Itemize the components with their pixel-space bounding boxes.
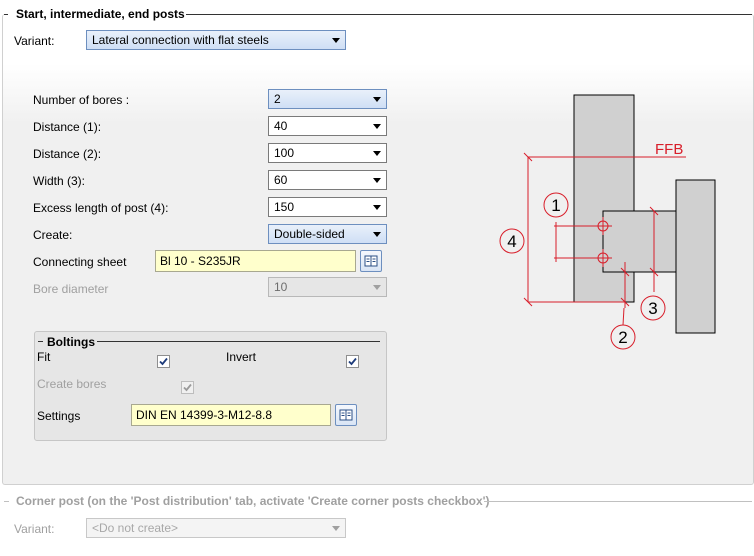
callout-label-4: 4: [507, 232, 516, 251]
corner-variant-dropdown: <Do not create>: [86, 518, 346, 538]
corner-separator-right: [484, 501, 752, 502]
callout-label-3: 3: [648, 299, 657, 318]
corner-variant-label: Variant:: [14, 522, 55, 536]
ffb-label: FFB: [655, 141, 683, 158]
flat-steel-plate: [602, 210, 677, 273]
corner-variant-value: <Do not create>: [92, 521, 179, 535]
callout-label-1: 1: [551, 196, 560, 215]
railing-post-shape: [675, 179, 716, 334]
chevron-down-icon: [332, 526, 340, 531]
callout-label-2: 2: [618, 328, 627, 347]
connection-diagram: 1 2 3 4 FFB: [499, 94, 716, 350]
section-title-corner-post: Corner post (on the 'Post distribution' …: [16, 494, 490, 508]
corner-separator-left: [4, 501, 9, 502]
